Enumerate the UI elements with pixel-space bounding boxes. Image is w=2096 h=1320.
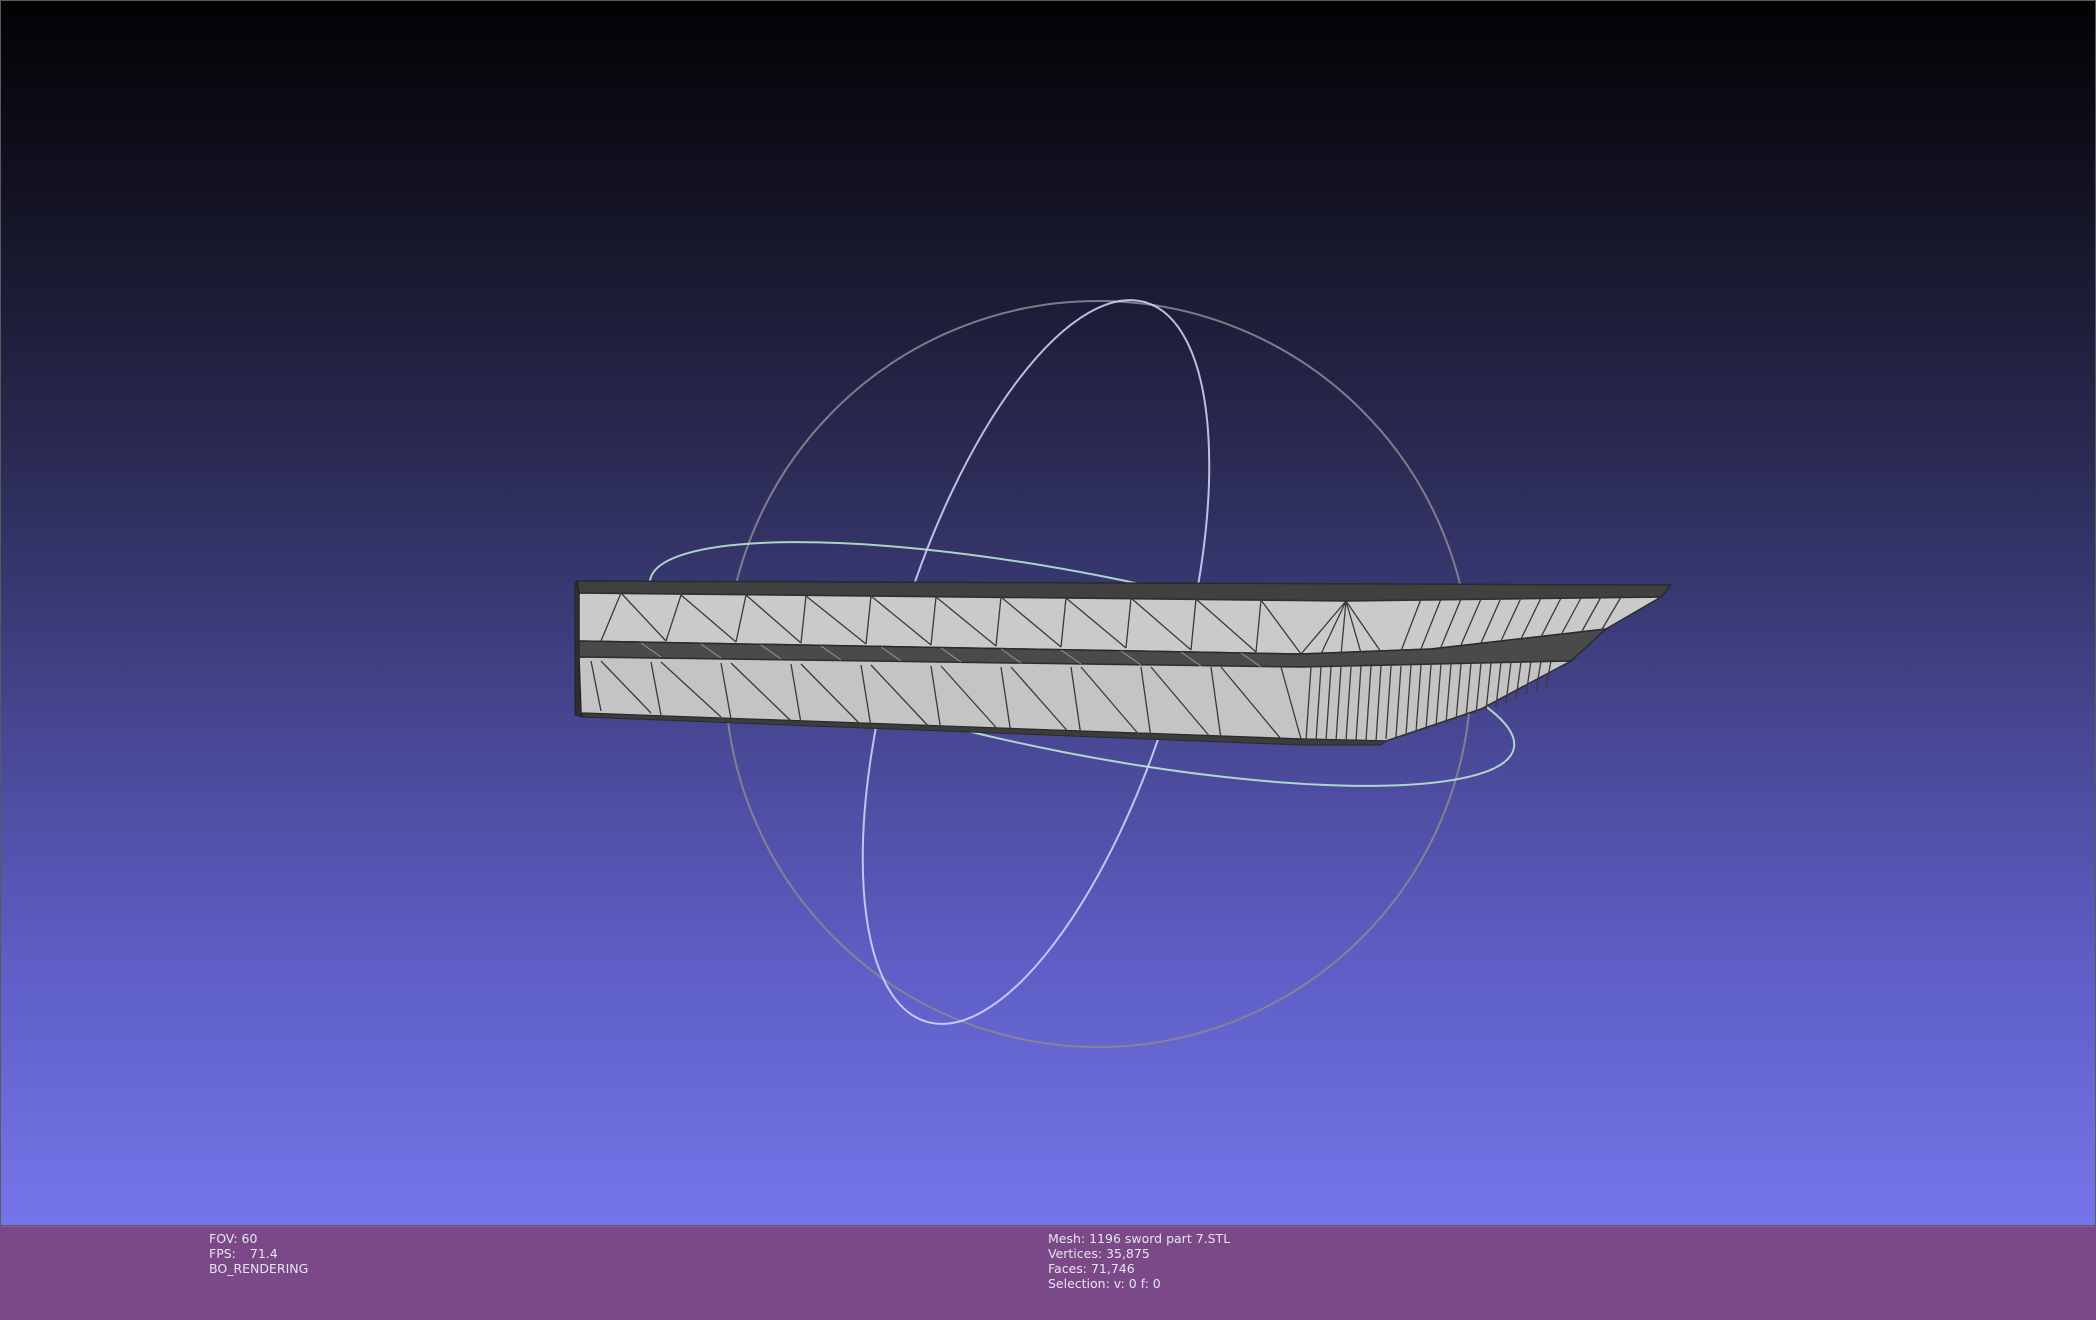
fps-label: FPS: (209, 1246, 236, 1261)
meshlab-window: FOV: 60 FPS: 71.4 BO_RENDERING Mesh: 1196… (0, 0, 2096, 1320)
vertex-count: Vertices: 35,875 (1048, 1246, 1150, 1261)
fps-value: 71.4 (249, 1246, 278, 1261)
mesh-info-panel: Mesh: 1196 sword part 7.STL Vertices: 35… (1048, 1231, 1230, 1291)
sword-mesh[interactable] (574, 579, 1673, 746)
scene-canvas[interactable] (1, 1, 2096, 1227)
3d-viewport[interactable] (0, 0, 2096, 1226)
fps-readout: FPS: 71.4 (209, 1246, 308, 1261)
render-mode: BO_RENDERING (209, 1261, 309, 1276)
mesh-name: Mesh: 1196 sword part 7.STL (1048, 1231, 1231, 1246)
status-bar: FOV: 60 FPS: 71.4 BO_RENDERING Mesh: 1196… (0, 1226, 2096, 1320)
fov-readout: FOV: 60 (209, 1231, 258, 1246)
selection-info: Selection: v: 0 f: 0 (1048, 1276, 1161, 1291)
render-info-panel: FOV: 60 FPS: 71.4 BO_RENDERING (209, 1231, 308, 1276)
face-count: Faces: 71,746 (1048, 1261, 1135, 1276)
